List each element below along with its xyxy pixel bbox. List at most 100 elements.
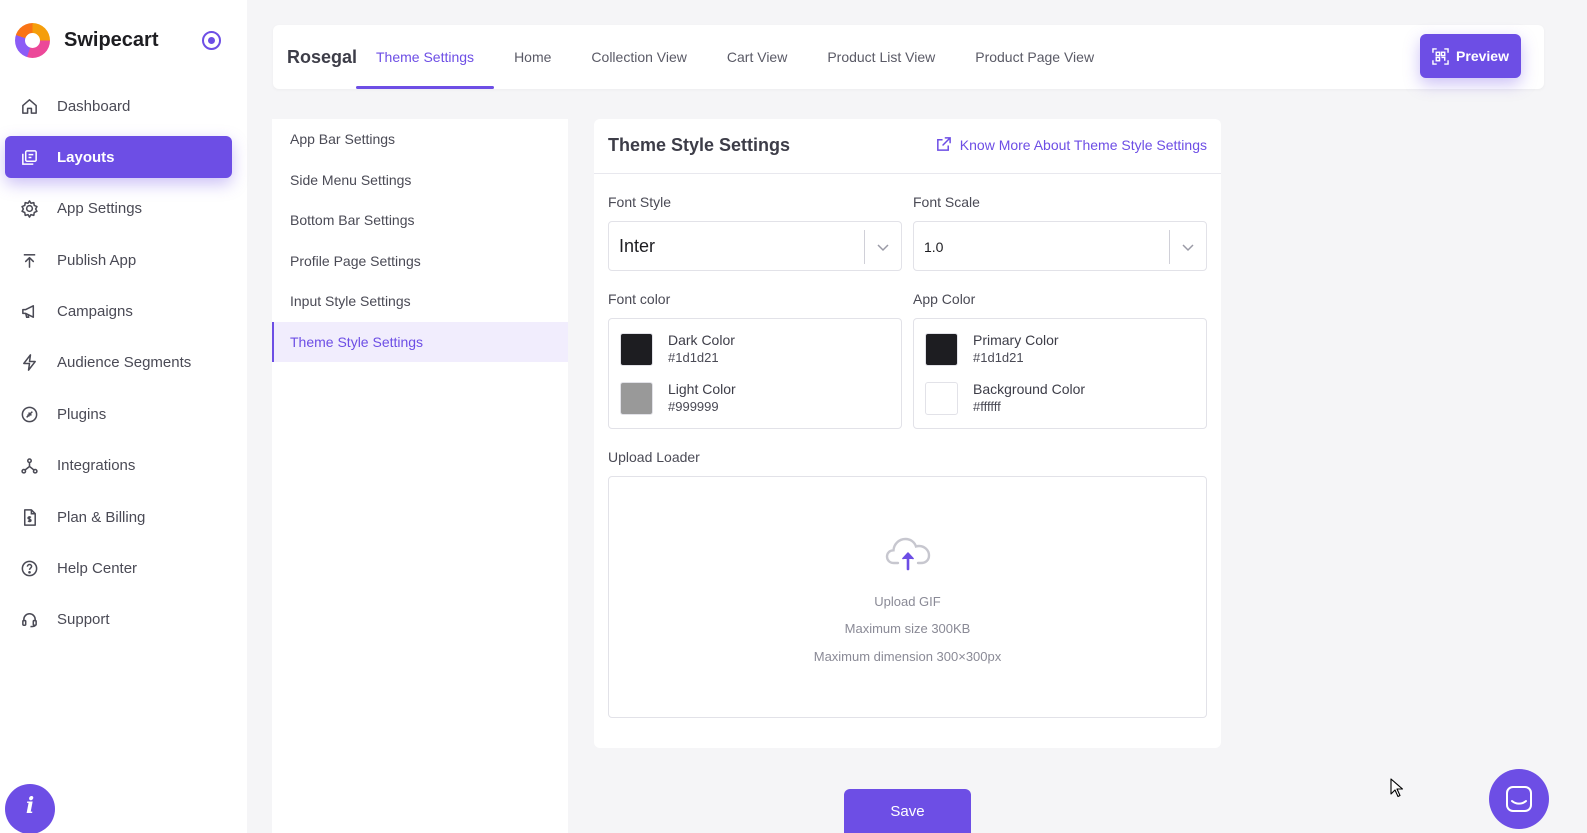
sidebar-nav: Dashboard Layouts App Settings Publish A… [5, 85, 232, 650]
upload-loader-label: Upload Loader [608, 449, 700, 465]
card-title: Theme Style Settings [608, 135, 791, 155]
card-header: Theme Style Settings Know More About The… [594, 119, 1221, 174]
brand-name: Swipecart [64, 28, 159, 51]
font-color-box: Dark Color #1d1d21 Light Color #999999 [608, 318, 902, 429]
sidebar-item-label: Audience Segments [57, 354, 192, 372]
upload-dropzone[interactable]: Upload GIF Maximum size 300KB Maximum di… [608, 476, 1207, 718]
lightning-icon [19, 353, 39, 373]
mouse-cursor-icon [1390, 778, 1404, 798]
tab-collection-view[interactable]: Collection View [571, 25, 706, 89]
brand: Swipecart [15, 22, 227, 58]
home-icon [19, 96, 39, 116]
background-color-swatch[interactable] [925, 381, 958, 415]
publish-icon [19, 250, 39, 270]
sidebar-toggle-icon[interactable] [202, 31, 221, 50]
font-style-select[interactable]: Inter [608, 221, 902, 271]
font-style-label: Font Style [608, 194, 672, 210]
background-color-name: Background Color [973, 381, 1086, 397]
preview-label: Preview [1456, 48, 1509, 64]
tab-home[interactable]: Home [494, 25, 571, 89]
sidebar-item-label: Integrations [57, 457, 136, 475]
light-color-hex: #999999 [668, 399, 719, 414]
sidebar-item-label: Support [57, 611, 110, 629]
sidebar-item-integrations[interactable]: Integrations [5, 445, 232, 487]
theme-style-card: Theme Style Settings Know More About The… [594, 119, 1221, 748]
sidebar-item-label: Plan & Billing [57, 508, 146, 526]
sidebar-item-label: Plugins [57, 405, 107, 423]
settings-item-app-bar[interactable]: App Bar Settings [272, 119, 568, 160]
font-color-label: Font color [608, 291, 671, 307]
settings-item-profile-page[interactable]: Profile Page Settings [272, 241, 568, 282]
primary-color-row[interactable]: Primary Color #1d1d21 [925, 329, 1059, 369]
sidebar: Swipecart Dashboard Layouts App Settings… [0, 0, 247, 833]
upload-max-size-text: Maximum size 300KB [844, 621, 971, 636]
light-color-swatch[interactable] [620, 381, 653, 415]
chevron-down-icon [1182, 244, 1194, 252]
topbar: Rosegal Theme Settings Home Collection V… [273, 25, 1544, 89]
upload-gif-text: Upload GIF [874, 594, 941, 609]
settings-item-side-menu[interactable]: Side Menu Settings [272, 160, 568, 201]
headset-icon [19, 610, 39, 630]
settings-item-bottom-bar[interactable]: Bottom Bar Settings [272, 200, 568, 241]
external-link-icon [936, 137, 951, 151]
sidebar-item-campaigns[interactable]: Campaigns [5, 291, 232, 333]
tab-theme-settings[interactable]: Theme Settings [356, 25, 495, 89]
save-button[interactable]: Save [844, 789, 971, 833]
sidebar-item-label: App Settings [57, 200, 143, 218]
app-color-box: Primary Color #1d1d21 Background Color #… [913, 318, 1207, 429]
font-style-value: Inter [619, 236, 656, 256]
select-separator [864, 230, 865, 264]
know-more-link[interactable]: Know More About Theme Style Settings [935, 136, 1207, 153]
sidebar-item-help-center[interactable]: Help Center [5, 548, 232, 590]
light-color-row[interactable]: Light Color #999999 [620, 378, 736, 418]
font-scale-label: Font Scale [913, 194, 980, 210]
preview-button[interactable]: Preview [1420, 34, 1521, 78]
background-color-hex: #ffffff [973, 399, 1001, 414]
store-name: Rosegal [287, 47, 358, 67]
know-more-label: Know More About Theme Style Settings [959, 136, 1207, 153]
settings-item-input-style[interactable]: Input Style Settings [272, 281, 568, 322]
sidebar-item-dashboard[interactable]: Dashboard [5, 85, 232, 127]
dark-color-hex: #1d1d21 [668, 350, 719, 365]
dark-color-swatch[interactable] [620, 332, 653, 366]
primary-color-swatch[interactable] [925, 332, 958, 366]
background-color-row[interactable]: Background Color #ffffff [925, 378, 1085, 418]
help-icon [19, 559, 39, 579]
sidebar-item-label: Publish App [57, 251, 137, 269]
layouts-icon [19, 147, 39, 167]
font-scale-select[interactable]: 1.0 [913, 221, 1207, 271]
plugin-icon [19, 404, 39, 424]
settings-item-theme-style[interactable]: Theme Style Settings [272, 321, 568, 362]
sidebar-item-label: Dashboard [57, 97, 131, 115]
tab-bar: Theme Settings Home Collection View Cart… [356, 25, 1114, 89]
primary-color-name: Primary Color [973, 332, 1059, 348]
megaphone-icon [19, 302, 39, 322]
billing-icon [19, 507, 39, 527]
info-button[interactable]: i [5, 784, 55, 833]
chevron-down-icon [877, 244, 889, 252]
app-color-label: App Color [913, 291, 976, 307]
tab-product-page-view[interactable]: Product Page View [955, 25, 1114, 89]
sidebar-item-layouts[interactable]: Layouts [5, 136, 232, 179]
brand-logo [15, 22, 50, 58]
font-scale-value: 1.0 [924, 239, 944, 255]
light-color-name: Light Color [668, 381, 736, 397]
chat-icon [1506, 786, 1532, 812]
sidebar-item-audience-segments[interactable]: Audience Segments [5, 342, 232, 384]
settings-menu: App Bar Settings Side Menu Settings Bott… [272, 119, 568, 833]
tab-product-list-view[interactable]: Product List View [807, 25, 955, 89]
select-separator [1169, 230, 1170, 264]
qr-scan-icon [1432, 47, 1449, 65]
info-icon: i [25, 793, 35, 819]
dark-color-row[interactable]: Dark Color #1d1d21 [620, 329, 735, 369]
tab-cart-view[interactable]: Cart View [707, 25, 807, 89]
sidebar-item-app-settings[interactable]: App Settings [5, 188, 232, 230]
integrations-icon [19, 456, 39, 476]
sidebar-item-plugins[interactable]: Plugins [5, 393, 232, 435]
sidebar-item-label: Campaigns [57, 303, 133, 321]
sidebar-item-plan-billing[interactable]: Plan & Billing [5, 496, 232, 538]
sidebar-item-support[interactable]: Support [5, 599, 232, 641]
cloud-upload-icon [885, 537, 931, 571]
chat-button[interactable] [1489, 769, 1549, 829]
sidebar-item-publish-app[interactable]: Publish App [5, 239, 232, 281]
